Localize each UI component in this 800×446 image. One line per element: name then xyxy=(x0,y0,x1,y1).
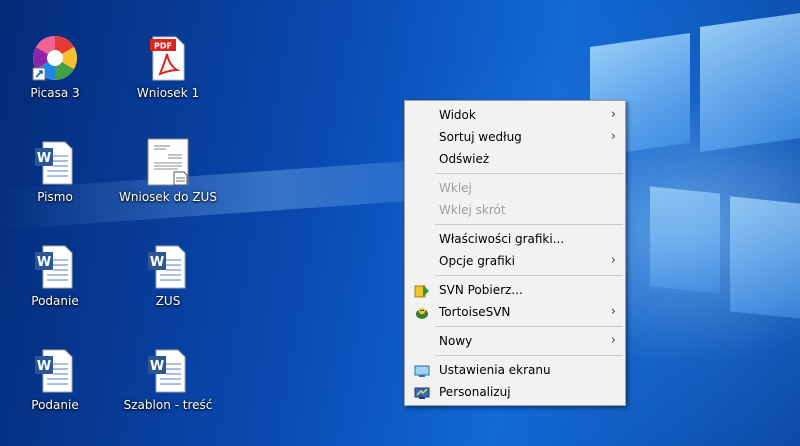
menu-separator xyxy=(435,275,623,276)
icon-label: Wniosek 1 xyxy=(136,86,200,100)
word-doc-icon: W xyxy=(31,138,79,186)
menu-item-label: Ustawienia ekranu xyxy=(439,363,551,377)
word-badge-text: W xyxy=(37,359,51,374)
icon-label: Podanie xyxy=(31,294,79,308)
menu-item-view[interactable]: Widok › xyxy=(405,104,625,126)
menu-item-label: Widok xyxy=(439,108,476,122)
word-badge-text: W xyxy=(37,151,51,166)
menu-item-label: Sortuj według xyxy=(439,130,522,144)
desktop-icon-szablon-tresc[interactable]: W Szablon - treść xyxy=(118,346,218,412)
desktop-icon-wniosek-do-zus[interactable]: Wniosek do ZUS xyxy=(118,138,218,204)
word-badge-text: W xyxy=(150,359,164,374)
menu-item-display-settings[interactable]: Ustawienia ekranu xyxy=(405,359,625,381)
chevron-right-icon: › xyxy=(610,253,616,268)
menu-item-new[interactable]: Nowy › xyxy=(405,330,625,352)
wallpaper-pane xyxy=(650,186,720,294)
word-doc-icon: W xyxy=(144,346,192,394)
desktop-context-menu: Widok › Sortuj według › Odśwież Wklej Wk… xyxy=(404,100,626,406)
pdf-file-icon: PDF xyxy=(144,34,192,82)
picasa-icon xyxy=(31,34,79,82)
pdf-badge-text: PDF xyxy=(154,42,172,51)
menu-item-sort-by[interactable]: Sortuj według › xyxy=(405,126,625,148)
icon-label: Podanie xyxy=(31,398,79,412)
desktop-icon-wniosek-1[interactable]: PDF Wniosek 1 xyxy=(118,34,218,100)
menu-item-paste-shortcut: Wklej skrót xyxy=(405,199,625,221)
menu-item-label: TortoiseSVN xyxy=(439,305,511,319)
menu-separator xyxy=(435,224,623,225)
desktop-icon-zus[interactable]: W ZUS xyxy=(118,242,218,308)
icon-label: Pismo xyxy=(37,190,73,204)
menu-separator xyxy=(435,173,623,174)
desktop-icon-pismo[interactable]: W Pismo xyxy=(5,138,105,204)
icon-label: Szablon - treść xyxy=(123,398,213,412)
menu-item-label: Opcje grafiki xyxy=(439,254,515,268)
personalize-icon xyxy=(414,385,430,399)
menu-item-label: SVN Pobierz... xyxy=(439,283,523,297)
desktop-icon-picasa[interactable]: Picasa 3 xyxy=(5,34,105,100)
icon-label: ZUS xyxy=(155,294,181,308)
menu-item-graphics-properties[interactable]: Właściwości grafiki... xyxy=(405,228,625,250)
menu-item-label: Wklej skrót xyxy=(439,203,506,217)
svn-checkout-icon xyxy=(414,283,430,298)
menu-item-label: Personalizuj xyxy=(439,385,511,399)
menu-item-label: Właściwości grafiki... xyxy=(439,232,565,246)
word-badge-text: W xyxy=(37,255,51,270)
menu-item-paste: Wklej xyxy=(405,177,625,199)
tortoisesvn-icon xyxy=(414,305,430,319)
wallpaper-pane xyxy=(700,12,800,153)
word-doc-icon: W xyxy=(31,346,79,394)
document-thumbnail-icon xyxy=(144,138,192,186)
menu-item-label: Wklej xyxy=(439,181,472,195)
chevron-right-icon: › xyxy=(610,333,616,348)
chevron-right-icon: › xyxy=(610,129,616,144)
chevron-right-icon: › xyxy=(610,304,616,319)
menu-item-tortoisesvn[interactable]: TortoiseSVN › xyxy=(405,301,625,323)
display-icon xyxy=(414,363,430,377)
menu-separator xyxy=(435,355,623,356)
desktop-icon-podanie[interactable]: W Podanie xyxy=(5,242,105,308)
wallpaper-pane xyxy=(730,196,800,319)
menu-item-label: Odśwież xyxy=(439,152,490,166)
menu-item-graphics-options[interactable]: Opcje grafiki › xyxy=(405,250,625,272)
icon-label: Picasa 3 xyxy=(30,86,80,100)
menu-item-svn-checkout[interactable]: SVN Pobierz... xyxy=(405,279,625,301)
word-doc-icon: W xyxy=(144,242,192,290)
menu-separator xyxy=(435,326,623,327)
word-badge-text: W xyxy=(150,255,164,270)
word-doc-icon: W xyxy=(31,242,79,290)
desktop[interactable]: Picasa 3 PDF Wniosek 1 W Pismo Wniosek d… xyxy=(0,0,800,446)
menu-item-personalize[interactable]: Personalizuj xyxy=(405,381,625,403)
desktop-icon-podanie-2[interactable]: W Podanie xyxy=(5,346,105,412)
icon-label: Wniosek do ZUS xyxy=(119,190,217,204)
menu-item-refresh[interactable]: Odśwież xyxy=(405,148,625,170)
chevron-right-icon: › xyxy=(610,107,616,122)
menu-item-label: Nowy xyxy=(439,334,473,348)
